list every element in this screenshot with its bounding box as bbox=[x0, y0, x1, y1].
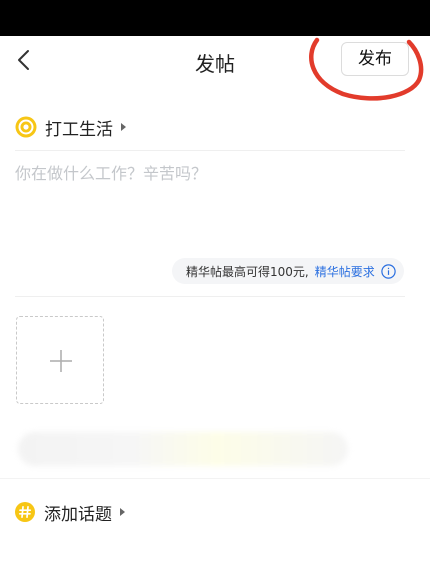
info-icon[interactable] bbox=[381, 263, 396, 279]
add-image-button[interactable] bbox=[16, 316, 104, 404]
essence-requirements-link[interactable]: 精华帖要求 bbox=[315, 263, 375, 280]
post-content-input[interactable] bbox=[15, 160, 410, 250]
hashtag-icon bbox=[15, 502, 35, 522]
status-bar bbox=[0, 0, 430, 36]
caret-right-icon bbox=[120, 508, 125, 516]
add-topic-label: 添加话题 bbox=[44, 504, 112, 525]
divider bbox=[15, 296, 405, 297]
category-label: 打工生活 bbox=[45, 119, 113, 140]
blurred-content bbox=[18, 432, 348, 466]
spiral-icon bbox=[15, 116, 37, 138]
nav-bar: 发帖 发布 bbox=[0, 36, 430, 86]
category-selector[interactable]: 打工生活 bbox=[15, 114, 126, 140]
divider bbox=[15, 150, 405, 151]
plus-icon bbox=[50, 350, 72, 372]
divider bbox=[0, 478, 430, 479]
essence-tip-banner: 精华帖最高可得100元, 精华帖要求 bbox=[172, 258, 404, 284]
caret-right-icon bbox=[121, 123, 126, 131]
essence-tip-text: 精华帖最高可得100元, bbox=[186, 264, 309, 279]
add-topic-button[interactable]: 添加话题 bbox=[15, 500, 125, 525]
publish-button[interactable]: 发布 bbox=[341, 42, 409, 76]
